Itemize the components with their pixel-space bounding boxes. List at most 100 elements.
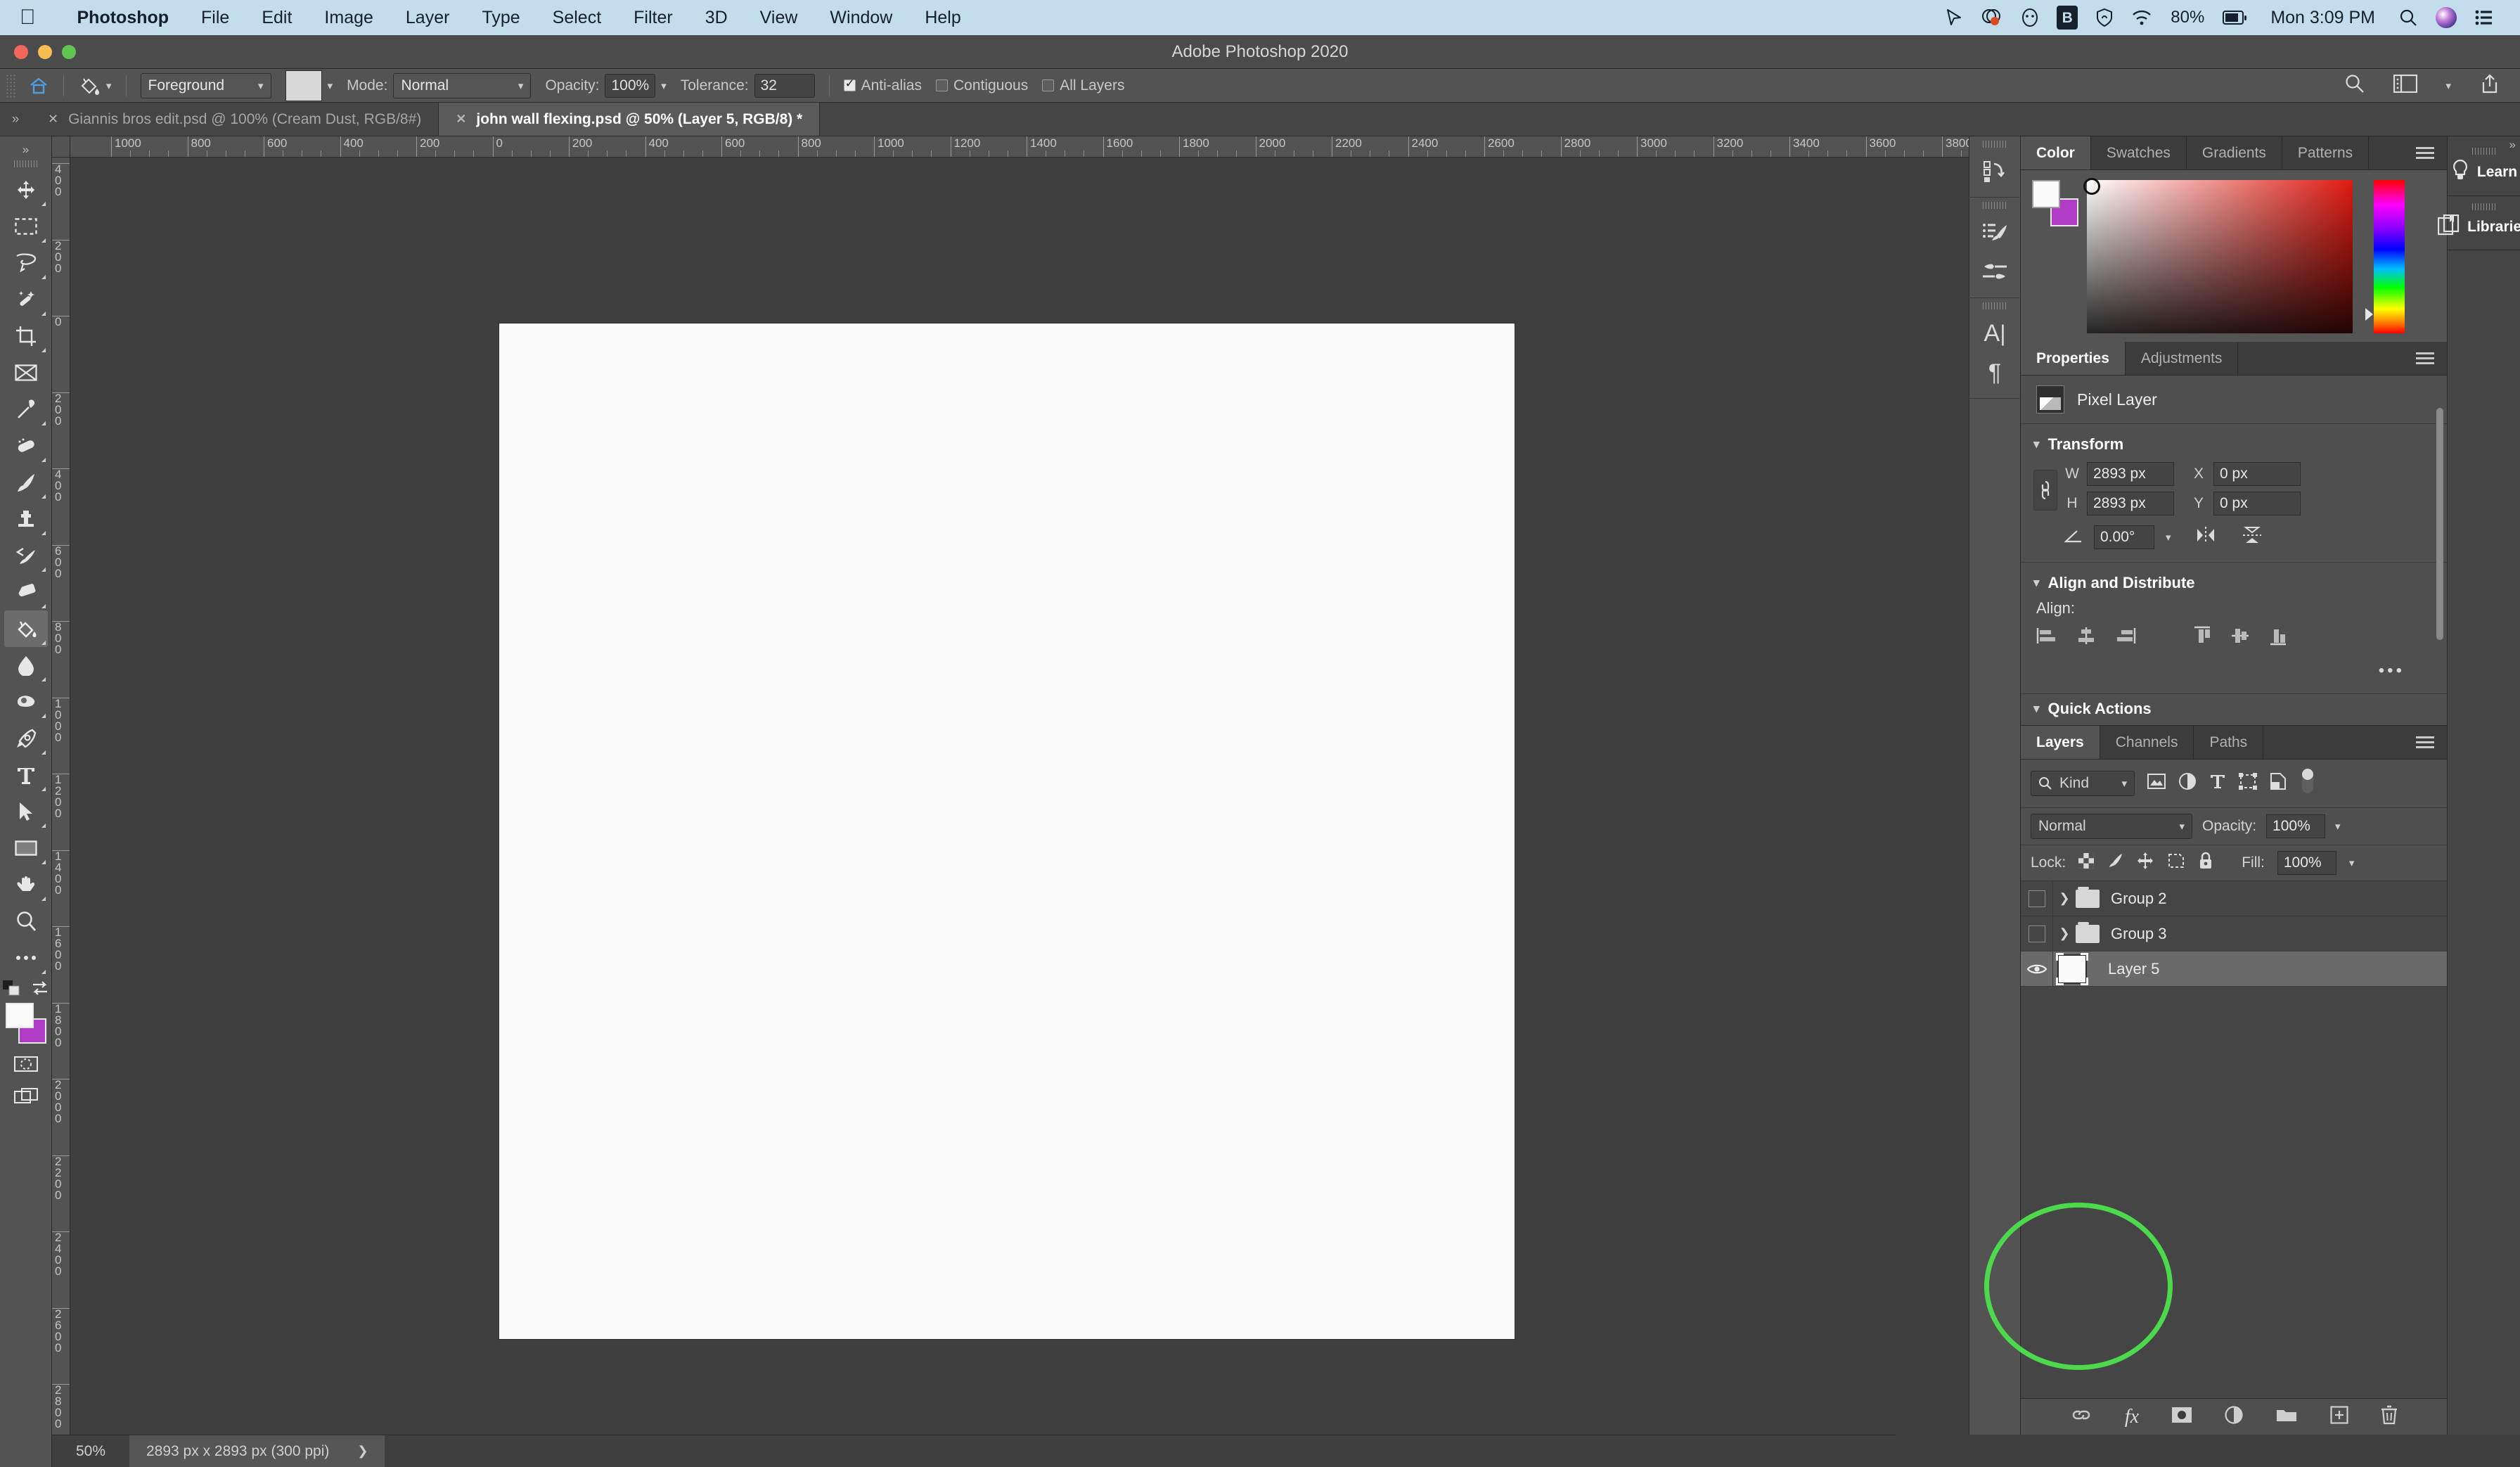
tool-flyout-triangle[interactable] [41, 604, 46, 608]
tool-flyout-triangle[interactable] [41, 970, 46, 974]
spotlight-search-icon[interactable] [2399, 8, 2417, 27]
tool-lasso[interactable] [4, 245, 48, 281]
align-left-edges-icon[interactable] [2036, 627, 2057, 649]
tool-flyout-triangle[interactable] [41, 202, 46, 206]
canvas-viewport[interactable] [70, 158, 1969, 1435]
tool-eyedropper[interactable] [4, 391, 48, 428]
layer-fill-input[interactable]: 100% [2277, 851, 2336, 875]
menu-photoshop[interactable]: Photoshop [61, 8, 186, 28]
antialias-checkbox-group[interactable]: Anti-alias [837, 69, 929, 103]
hue-slider-marker[interactable] [2365, 308, 2373, 321]
layers-panel-menu-icon[interactable] [2403, 726, 2447, 759]
flip-horizontal-icon[interactable] [2195, 526, 2216, 549]
more-options-icon[interactable]: ••• [2021, 661, 2447, 691]
active-tool-paint-bucket-icon[interactable]: ▾ [71, 69, 119, 103]
tolerance-input[interactable]: 32 [754, 73, 815, 98]
tool-flyout-triangle[interactable] [41, 531, 46, 535]
icon-rail-grip[interactable] [1983, 202, 2007, 209]
layer-name[interactable]: Layer 5 [2108, 960, 2159, 978]
color-spectrum-field[interactable] [2083, 178, 2353, 333]
new-adjustment-layer-icon[interactable] [2225, 1405, 2243, 1428]
color-picker-marker[interactable] [2083, 178, 2100, 195]
color-panel-swatches[interactable] [2032, 180, 2078, 226]
menu-image[interactable]: Image [308, 8, 389, 28]
filter-smart-object-icon[interactable] [2270, 772, 2287, 795]
align-top-edges-icon[interactable] [2192, 626, 2212, 650]
layer-name[interactable]: Group 3 [2111, 925, 2167, 943]
tool-path-selection[interactable] [4, 793, 48, 830]
menu-type[interactable]: Type [465, 8, 536, 28]
width-input[interactable]: 2893 px [2087, 462, 2174, 486]
contiguous-checkbox[interactable] [935, 79, 948, 91]
layer-blend-mode-select[interactable]: Normal ▾ [2031, 814, 2192, 839]
tool-flyout-triangle[interactable] [41, 714, 46, 718]
tool-edit-toolbar-more[interactable] [4, 940, 48, 976]
layer-visibility-toggle[interactable] [2021, 916, 2053, 952]
face-icon[interactable] [2021, 8, 2038, 27]
apple-logo-icon[interactable]:  [20, 7, 36, 28]
tab-paths[interactable]: Paths [2194, 726, 2264, 759]
tab-layers[interactable]: Layers [2021, 726, 2100, 759]
tab-patterns[interactable]: Patterns [2282, 136, 2370, 169]
blend-mode-select[interactable]: Normal ▾ [393, 72, 532, 98]
layer-row-layer-5[interactable]: Layer 5 [2021, 951, 2447, 987]
tab-adjustments[interactable]: Adjustments [2126, 342, 2239, 375]
all-layers-checkbox[interactable] [1042, 79, 1055, 91]
group-disclosure-icon[interactable]: ❯ [2053, 891, 2076, 906]
workspace-icon[interactable] [2393, 74, 2418, 97]
chevron-double-right-icon[interactable]: » [0, 103, 31, 136]
layer-name[interactable]: Group 2 [2111, 890, 2167, 908]
layer-style-fx-icon[interactable]: fx [2125, 1406, 2139, 1428]
menu-filter[interactable]: Filter [617, 8, 689, 28]
document-tab-giannis[interactable]: ✕ Giannis bros edit.psd @ 100% (Cream Du… [31, 103, 439, 136]
history-panel-icon[interactable] [1974, 153, 2015, 190]
tool-paint-bucket[interactable] [4, 610, 48, 647]
tool-crop[interactable] [4, 318, 48, 354]
all-layers-checkbox-group[interactable]: All Layers [1035, 69, 1131, 103]
menu-view[interactable]: View [744, 8, 814, 28]
pattern-picker[interactable]: ▾ [278, 69, 340, 103]
quick-actions-header[interactable]: ▾ Quick Actions [2033, 700, 2434, 718]
maximize-window-button[interactable] [62, 45, 76, 59]
menu-file[interactable]: File [185, 8, 245, 28]
lock-all-icon[interactable] [2198, 852, 2213, 874]
menu-help[interactable]: Help [908, 8, 977, 28]
hue-slider[interactable] [2365, 180, 2405, 333]
color-panel-menu-icon[interactable] [2403, 136, 2447, 169]
tool-flyout-triangle[interactable] [41, 787, 46, 791]
paragraph-panel-icon[interactable]: ¶ [1974, 354, 2015, 391]
new-group-icon[interactable] [2275, 1407, 2298, 1428]
filter-toggle-switch[interactable] [2299, 767, 2316, 800]
tool-flyout-triangle[interactable] [41, 275, 46, 279]
tool-brush[interactable] [4, 464, 48, 501]
tool-preset-caret[interactable]: ▾ [106, 79, 112, 92]
close-window-button[interactable] [14, 45, 28, 59]
filter-type-icon[interactable] [2209, 773, 2226, 794]
icon-rail-grip[interactable] [1983, 302, 2007, 309]
tool-frame[interactable] [4, 354, 48, 391]
tool-flyout-triangle[interactable] [41, 494, 46, 499]
properties-panel-menu-icon[interactable] [2403, 342, 2447, 375]
layer-visibility-toggle[interactable] [2021, 951, 2053, 987]
control-center-icon[interactable] [2475, 9, 2493, 26]
menu-window[interactable]: Window [814, 8, 908, 28]
tool-flyout-triangle[interactable] [41, 348, 46, 352]
y-input[interactable]: 0 px [2213, 492, 2301, 515]
contiguous-checkbox-group[interactable]: Contiguous [929, 69, 1035, 103]
lock-position-icon[interactable] [2136, 852, 2154, 874]
document-canvas[interactable] [499, 323, 1515, 1339]
fill-source-select[interactable]: Foreground ▾ [140, 72, 271, 98]
tool-rectangular-marquee[interactable] [4, 208, 48, 245]
zoom-level-field[interactable]: 50% [52, 1443, 129, 1460]
screen-mode-icon[interactable] [4, 1080, 48, 1113]
tool-flyout-triangle[interactable] [41, 568, 46, 572]
layer-row-group-2[interactable]: ❯ Group 2 [2021, 881, 2447, 916]
layer-list[interactable]: ❯ Group 2 ❯ Group 3 Layer 5 [2021, 881, 2447, 1398]
tool-eraser[interactable] [4, 574, 48, 610]
antialias-checkbox[interactable] [843, 77, 856, 91]
minimize-window-button[interactable] [38, 45, 52, 59]
tool-flyout-triangle[interactable] [41, 860, 46, 864]
link-layers-icon[interactable] [2070, 1407, 2092, 1426]
tool-history-brush[interactable] [4, 537, 48, 574]
brush-presets-icon[interactable] [1974, 214, 2015, 251]
